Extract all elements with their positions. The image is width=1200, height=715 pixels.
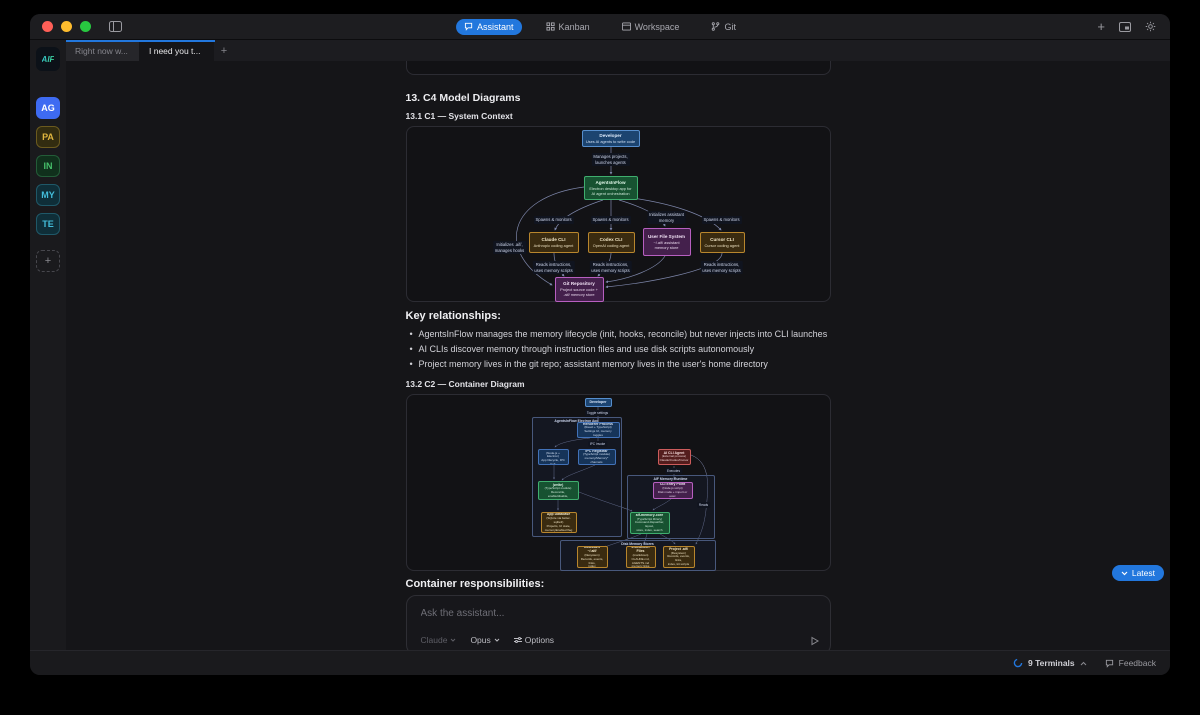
bullet-item: AgentsInFlow manages the memory lifecycl… xyxy=(406,327,831,342)
terminals-toggle[interactable]: 9 Terminals xyxy=(1013,658,1087,668)
diagram-panel-clipped: No Write to pending sidecar xyxy=(406,61,831,75)
chevron-down-icon xyxy=(1121,571,1128,576)
diagram-node: AgentsInFlow Electron desktop app for AI… xyxy=(584,176,638,200)
document-column: No Write to pending sidecar 13. C4 Model… xyxy=(406,61,831,650)
agent-avatar[interactable]: PA xyxy=(36,126,60,148)
composer-controls: Claude Opus Options xyxy=(421,635,555,645)
diagram-node: Assistant ~/.aif/ (filesystem) Records, … xyxy=(577,546,608,568)
sidebar-toggle-icon[interactable] xyxy=(109,21,122,32)
edge-label: Executes xyxy=(665,468,682,474)
options-button[interactable]: Options xyxy=(514,635,554,645)
scroll-to-latest-button[interactable]: Latest xyxy=(1112,565,1164,581)
edge-label: Initializes .aif/, manages hooks xyxy=(493,241,527,254)
diagram-node: User File System ~/.aif/ assistant memor… xyxy=(643,228,691,256)
chat-icon xyxy=(464,22,473,31)
diagram-node: aif-memory-core (TypeScript library) Com… xyxy=(630,512,670,534)
bullet-list: AgentsInFlow manages the memory lifecycl… xyxy=(406,327,831,372)
settings-gear-icon[interactable] xyxy=(1145,21,1156,32)
window-controls xyxy=(42,21,91,32)
edge-label: Toggle settings xyxy=(585,410,610,416)
diagram-node: Developer xyxy=(585,398,612,407)
conversation-tab[interactable]: I need you t... xyxy=(140,40,214,61)
edge-label: Spawns & monitors xyxy=(590,216,630,224)
c2-container-diagram: AgentsInFlow Electron AppAIF Memory Runt… xyxy=(406,394,831,571)
diagram-node: Memory Runtime (write) (TypeScript modul… xyxy=(538,481,579,500)
subsection-heading-c1: 13.1 C1 — System Context xyxy=(406,111,831,121)
diagram-node: CLI Entry Point (Node.js script) Disk mo… xyxy=(653,482,693,499)
agent-avatar[interactable]: IN xyxy=(36,155,60,177)
window-body: AIF AG PA IN MY TE + Right now w...I need yo… xyxy=(30,40,1170,650)
agent-rail: AIF AG PA IN MY TE + xyxy=(30,40,66,650)
assistant-input[interactable] xyxy=(421,608,791,619)
edge-label: Manages projects, launches agents xyxy=(591,153,629,166)
variant-select[interactable]: Opus xyxy=(470,635,499,645)
zoom-button[interactable] xyxy=(80,21,91,32)
subsection-heading-c2: 13.2 C2 — Container Diagram xyxy=(406,379,831,389)
edge-label: Reads instructions, uses memory scripts xyxy=(532,261,574,274)
nav-git[interactable]: Git xyxy=(703,19,744,35)
feedback-button[interactable]: Feedback xyxy=(1105,658,1156,668)
nav-workspace[interactable]: Workspace xyxy=(614,19,688,35)
workspace-icon xyxy=(622,22,631,31)
send-button[interactable] xyxy=(810,636,820,646)
agent-avatar[interactable]: AG xyxy=(36,97,60,119)
section-heading: 13. C4 Model Diagrams xyxy=(406,92,831,104)
edge-label: IPC invoke xyxy=(588,441,607,447)
diagram-node: AI CLI Agent (External process) Claude/C… xyxy=(658,449,691,465)
git-branch-icon xyxy=(711,22,720,31)
diagram-node: Main Process (Node.js + Electron) App li… xyxy=(538,449,569,465)
diagram-node: App Database (SQLite via better-sqlite3)… xyxy=(541,512,577,533)
bullet-item: AI CLIs discover memory through instruct… xyxy=(406,342,831,357)
c1-system-context-diagram: Developer Uses AI agents to write code A… xyxy=(406,126,831,302)
app-logo[interactable]: AIF xyxy=(36,47,60,71)
chevron-up-icon xyxy=(1080,661,1087,666)
chevron-down-icon xyxy=(494,638,500,642)
diagram-node: Instruction Files (markdown) CLAUDE.md, … xyxy=(626,546,656,568)
edge-label: Spawns & monitors xyxy=(533,216,573,224)
edge-label: Spawns & monitors xyxy=(701,216,741,224)
agent-avatar[interactable]: MY xyxy=(36,184,60,206)
add-agent-button[interactable]: + xyxy=(36,250,60,272)
picture-in-picture-icon[interactable] xyxy=(1119,22,1131,32)
close-button[interactable] xyxy=(42,21,53,32)
spinner-icon xyxy=(1013,658,1023,668)
chevron-down-icon xyxy=(450,638,456,642)
statusbar: 9 Terminals Feedback xyxy=(30,650,1170,675)
bullet-item: Project memory lives in the git repo; as… xyxy=(406,357,831,372)
assistant-transcript[interactable]: No Write to pending sidecar 13. C4 Model… xyxy=(66,61,1170,650)
assistant-composer: Claude Opus Options xyxy=(406,595,831,650)
desktop-background: Assistant Kanban Workspace Git + xyxy=(0,0,1200,715)
edge-label: Initializes assistant memory xyxy=(647,211,686,224)
new-conversation-button[interactable]: + xyxy=(214,40,234,61)
diagram-node: Developer Uses AI agents to write code xyxy=(582,130,640,147)
diagram-node: Git Repository Project source code + .ai… xyxy=(555,277,604,302)
diagram-node: Project .aif/ (filesystem) Records, even… xyxy=(663,546,695,568)
edge-label: Reads xyxy=(697,502,710,508)
sliders-icon xyxy=(514,636,522,644)
kanban-icon xyxy=(546,22,555,31)
nav-kanban[interactable]: Kanban xyxy=(538,19,598,35)
titlebar-actions: + xyxy=(1097,20,1156,33)
container-responsibilities-heading: Container responsibilities: xyxy=(406,578,831,590)
nav-assistant[interactable]: Assistant xyxy=(456,19,522,35)
main-nav: Assistant Kanban Workspace Git xyxy=(456,14,744,39)
edge-label: Reads instructions, uses memory scripts xyxy=(700,261,742,274)
main-column: Right now w...I need you t... + No xyxy=(66,40,1170,650)
diagram-node: Renderer Process (React + TypeScript) Se… xyxy=(577,422,620,438)
titlebar: Assistant Kanban Workspace Git + xyxy=(30,14,1170,40)
diagram-node: Codex CLI OpenAI coding agent xyxy=(588,232,635,253)
key-relationships-heading: Key relationships: xyxy=(406,310,831,322)
app-window: Assistant Kanban Workspace Git + xyxy=(30,14,1170,675)
edge-label: Reads instructions, uses memory scripts xyxy=(589,261,631,274)
minimize-button[interactable] xyxy=(61,21,72,32)
feedback-bubble-icon xyxy=(1105,659,1114,668)
agent-avatar[interactable]: TE xyxy=(36,213,60,235)
diagram-node: IPC Registrar (TypeScript module) memory… xyxy=(578,449,616,465)
conversation-tabstrip: Right now w...I need you t... + xyxy=(66,40,1170,61)
model-select[interactable]: Claude xyxy=(421,635,457,645)
diagram-node: Claude CLI Anthropic coding agent xyxy=(529,232,579,253)
conversation-tab[interactable]: Right now w... xyxy=(66,40,140,61)
new-tab-icon[interactable]: + xyxy=(1097,20,1105,33)
diagram-node: Cursor CLI Cursor coding agent xyxy=(700,232,745,253)
